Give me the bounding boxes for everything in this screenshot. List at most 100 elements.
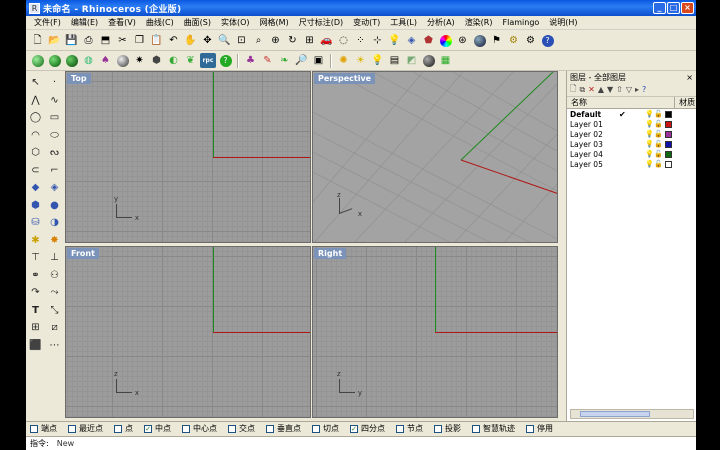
osnap-checkbox[interactable] <box>526 424 534 433</box>
layer-name[interactable]: Layer 03 <box>567 140 619 149</box>
move-parent-icon[interactable]: ⇧ <box>616 85 623 94</box>
polygon-icon[interactable]: ⬡ <box>27 144 44 162</box>
menu-mesh[interactable]: 网格(M) <box>255 17 294 28</box>
options-icon[interactable]: ⚙ <box>523 33 538 48</box>
layer-horizontal-scrollbar[interactable] <box>570 409 694 419</box>
select-arrow-icon[interactable]: ↖ <box>27 74 44 92</box>
osnap-checkbox[interactable] <box>472 424 480 433</box>
osnap-checkbox[interactable] <box>396 424 404 433</box>
sun-icon[interactable]: ✺ <box>336 53 351 68</box>
layer-color-swatch[interactable] <box>665 120 672 128</box>
group-icon[interactable]: ⚇ <box>46 267 63 285</box>
green-sphere-render-icon[interactable] <box>47 53 62 68</box>
rotate-view-icon[interactable]: ↻ <box>285 33 300 48</box>
color-wheel-icon[interactable] <box>438 33 453 48</box>
osnap-checkbox[interactable] <box>266 424 274 433</box>
layer-lock-icon[interactable]: 🔓 <box>654 130 663 138</box>
layer-visible-bulb-icon[interactable]: 💡 <box>645 140 654 148</box>
osnap-option[interactable]: 节点 <box>396 423 423 434</box>
help-icon[interactable]: ? <box>540 33 555 48</box>
close-button[interactable]: × <box>681 2 694 14</box>
car-icon[interactable]: 🚗 <box>319 33 334 48</box>
layer-lock-icon[interactable]: 🔓 <box>654 160 663 168</box>
viewport-perspective[interactable]: Perspective xz <box>312 71 558 243</box>
help-green-icon[interactable]: ? <box>218 53 233 68</box>
filter-icon[interactable]: ▽ <box>626 85 632 94</box>
layer-lock-icon[interactable]: 🔓 <box>654 150 663 158</box>
split-icon[interactable]: ⊥ <box>46 249 63 267</box>
layer-name[interactable]: Default <box>567 110 619 119</box>
pan-hand-icon[interactable]: ✋ <box>183 33 198 48</box>
layer-visible-bulb-icon[interactable]: 💡 <box>645 110 654 118</box>
osnap-checkbox[interactable]: ✓ <box>144 424 152 433</box>
tree-purple-icon[interactable]: ♣ <box>243 53 258 68</box>
column-material[interactable]: 材质 <box>674 97 696 108</box>
layer-visible-bulb-icon[interactable]: 💡 <box>645 160 654 168</box>
command-input[interactable]: New <box>57 439 74 448</box>
osnap-checkbox[interactable] <box>114 424 122 433</box>
leaf-green-icon[interactable]: ❧ <box>277 53 292 68</box>
cut-icon[interactable]: ✂ <box>115 33 130 48</box>
polyline-icon[interactable]: ⋀ <box>27 92 44 110</box>
menu-help[interactable]: 说明(H) <box>544 17 582 28</box>
layer-row[interactable]: Layer 01 💡 🔓 <box>567 119 696 129</box>
current-layer-check[interactable]: ✔ <box>619 110 627 119</box>
environment-icon[interactable]: ◍ <box>81 53 96 68</box>
osnap-option[interactable]: ✓ 中点 <box>144 423 171 434</box>
join-icon[interactable]: ⚭ <box>27 267 44 285</box>
maximize-button[interactable]: □ <box>667 2 680 14</box>
viewport-perspective-label[interactable]: Perspective <box>314 73 376 84</box>
boolean-icon[interactable]: ◑ <box>46 214 63 232</box>
layer-visible-bulb-icon[interactable]: 💡 <box>645 150 654 158</box>
material-icon[interactable]: ⬟ <box>421 33 436 48</box>
light-bulb-icon[interactable]: 💡 <box>387 33 402 48</box>
osnap-option[interactable]: 交点 <box>228 423 255 434</box>
rhino-app-icon[interactable]: R <box>29 2 40 14</box>
text-icon[interactable]: T <box>27 302 44 320</box>
osnap-option[interactable]: 点 <box>114 423 133 434</box>
sphere-render-icon[interactable] <box>472 33 487 48</box>
minimize-button[interactable]: _ <box>653 2 666 14</box>
rpc-icon[interactable]: rpc <box>200 53 216 68</box>
command-line[interactable]: 指令: New <box>26 436 696 450</box>
new-file-icon[interactable]: 🗋 <box>30 33 45 48</box>
layer-visible-bulb-icon[interactable]: 💡 <box>645 120 654 128</box>
four-viewports-icon[interactable]: ⊞ <box>302 33 317 48</box>
osnap-option[interactable]: 投影 <box>434 423 461 434</box>
texture-icon[interactable]: ◐ <box>166 53 181 68</box>
layer-color-swatch[interactable] <box>665 160 672 168</box>
decal-icon[interactable]: ⬢ <box>149 53 164 68</box>
array-icon[interactable]: ⊞ <box>27 319 44 337</box>
layer-name[interactable]: Layer 02 <box>567 130 619 139</box>
layer-color-swatch[interactable] <box>665 130 672 138</box>
osnap-checkbox[interactable] <box>434 424 442 433</box>
viewport-right-label[interactable]: Right <box>314 248 347 259</box>
layer-name[interactable]: Layer 04 <box>567 150 619 159</box>
more-tools-icon[interactable]: ⋯ <box>46 337 63 355</box>
layer-color-swatch[interactable] <box>665 150 672 158</box>
layer-options-icon[interactable]: ▸ <box>635 85 639 94</box>
zoom-dynamic-icon[interactable]: ⌕ <box>251 33 266 48</box>
move-icon[interactable]: ⤳ <box>46 284 63 302</box>
copy-icon[interactable]: ❐ <box>132 33 147 48</box>
layer-row[interactable]: Layer 04 💡 🔓 <box>567 149 696 159</box>
layer-name[interactable]: Layer 01 <box>567 120 619 129</box>
render-settings-icon[interactable]: ⊛ <box>455 33 470 48</box>
surface-icon[interactable]: ◆ <box>27 179 44 197</box>
osnap-option[interactable]: 端点 <box>30 423 57 434</box>
surface-edit-icon[interactable]: ◈ <box>46 179 63 197</box>
osnap-checkbox[interactable]: ✓ <box>350 424 358 433</box>
rectangle-icon[interactable]: ▭ <box>46 109 63 127</box>
osnap-option[interactable]: 垂直点 <box>266 423 301 434</box>
osnap-checkbox[interactable] <box>30 424 38 433</box>
zoom-icon[interactable]: 🔍 <box>217 33 232 48</box>
green-render-icon[interactable]: ▦ <box>438 53 453 68</box>
layer-help-icon[interactable]: ? <box>642 85 646 94</box>
block-icon[interactable]: ⬛ <box>27 337 44 355</box>
layer-row[interactable]: Layer 05 💡 🔓 <box>567 159 696 169</box>
save-icon[interactable]: 💾 <box>64 33 79 48</box>
osnap-option[interactable]: 智慧轨迹 <box>472 423 515 434</box>
box-solid-icon[interactable]: ⬢ <box>27 197 44 215</box>
hide-icon[interactable]: ◌ <box>336 33 351 48</box>
menu-dimension[interactable]: 尺寸标注(D) <box>294 17 348 28</box>
